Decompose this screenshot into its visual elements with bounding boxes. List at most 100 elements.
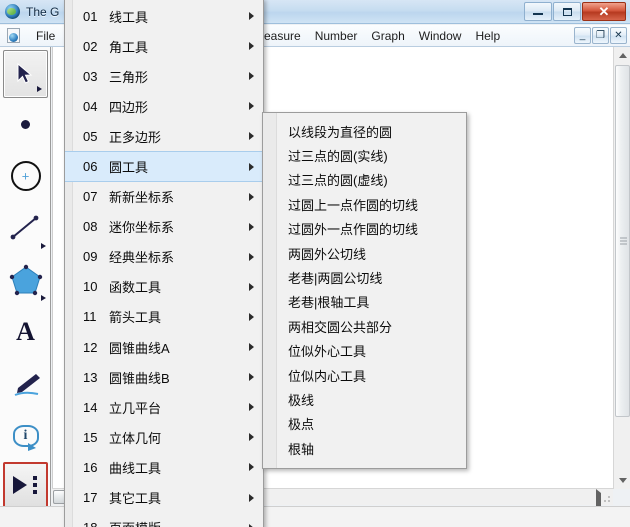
scroll-up-button[interactable]: [614, 47, 630, 64]
app-root: The G ✕ File orm Measure Number Graph Wi…: [0, 0, 630, 527]
menu-item-15[interactable]: 15 立体几何: [65, 422, 263, 452]
custom-tools[interactable]: [2, 462, 48, 508]
menu-item-number: 04: [83, 98, 98, 114]
menu-item-number: 18: [83, 520, 103, 527]
submenu-item-9[interactable]: 两相交圆公共部分: [263, 314, 466, 338]
submenu-item-12[interactable]: 极线: [263, 387, 466, 411]
menu-item-number: 17: [83, 490, 98, 506]
submenu-item-7[interactable]: 老巷|两圆公切线: [263, 265, 466, 289]
submenu-item-14[interactable]: 根轴: [263, 436, 466, 460]
submenu-arrow-icon: [249, 433, 254, 442]
menu-item-17[interactable]: 17 其它工具: [65, 483, 263, 513]
menu-number[interactable]: Number: [308, 26, 365, 46]
submenu-arrow-icon: [249, 343, 254, 352]
straightedge-tool[interactable]: [0, 202, 51, 254]
menu-item-11[interactable]: 11 箭头工具: [65, 302, 263, 332]
menu-item-05[interactable]: 05 正多边形: [65, 121, 263, 151]
menu-file[interactable]: File: [29, 26, 62, 46]
menu-item-label: 新新坐标系: [109, 190, 175, 206]
point-dot-icon: [21, 119, 30, 129]
point-tool[interactable]: [0, 98, 51, 150]
submenu-item-6[interactable]: 两圆外公切线: [263, 241, 466, 265]
submenu-arrow-icon: [249, 72, 254, 81]
menu-item-14[interactable]: 14 立几平台: [65, 392, 263, 422]
menu-item-label: 箭头工具: [109, 310, 162, 326]
triangle-up-icon: [618, 53, 627, 58]
menu-item-number: 01: [83, 8, 98, 24]
menu-item-number: 08: [83, 219, 98, 235]
menu-item-02[interactable]: 02 角工具: [65, 31, 263, 61]
submenu-item-2[interactable]: 过三点的圆(实线): [263, 143, 466, 167]
vertical-scrollbar[interactable]: [613, 47, 630, 489]
menu-item-number: 11: [83, 309, 97, 325]
submenu-item-4[interactable]: 过圆上一点作圆的切线: [263, 192, 466, 216]
mdi-restore-button[interactable]: ❐: [592, 27, 609, 44]
vertical-scroll-thumb[interactable]: [615, 65, 630, 417]
submenu-arrow-icon: [249, 162, 254, 171]
menu-item-06-circle-tools[interactable]: 06 圆工具: [65, 151, 263, 182]
menu-item-label: 圆工具: [109, 160, 149, 176]
menu-item-01[interactable]: 01 线工具: [65, 1, 263, 31]
submenu-arrow-icon: [249, 523, 254, 527]
tool-expand-arrow-icon[interactable]: [41, 243, 46, 249]
tool-expand-arrow-icon[interactable]: [41, 295, 46, 301]
minimize-button[interactable]: [524, 2, 552, 21]
menu-item-number: 05: [83, 128, 98, 144]
menu-item-10[interactable]: 10 函数工具: [65, 272, 263, 302]
menu-item-number: 09: [83, 249, 98, 265]
menu-item-08[interactable]: 08 迷你坐标系: [65, 212, 263, 242]
submenu-item-5[interactable]: 过圆外一点作圆的切线: [263, 217, 466, 241]
marker-tool[interactable]: [0, 358, 51, 410]
menu-item-number: 12: [83, 339, 98, 355]
compass-circle-tool[interactable]: [0, 150, 51, 202]
submenu-arrow-icon: [249, 463, 254, 472]
menu-item-04[interactable]: 04 四边形: [65, 91, 263, 121]
menu-item-16[interactable]: 16 曲线工具: [65, 452, 263, 482]
menu-item-18[interactable]: 18 页面模版: [65, 513, 263, 527]
pentagon-icon: [9, 264, 42, 296]
triangle-down-icon: [618, 478, 627, 483]
custom-tools-menu: 01 线工具 02 角工具 03 三角形 04 四边形 05 正多边形 06 圆工具 07 新…: [64, 0, 264, 527]
menu-item-label: 曲线工具: [109, 460, 162, 476]
polygon-tool[interactable]: [0, 254, 51, 306]
scroll-down-button[interactable]: [614, 472, 630, 489]
circle-icon: [10, 161, 41, 191]
submenu-arrow-icon: [249, 312, 254, 321]
information-tool[interactable]: i: [0, 410, 51, 462]
arrow-select-tool[interactable]: [2, 50, 48, 98]
maximize-button[interactable]: [553, 2, 581, 21]
menu-graph[interactable]: Graph: [364, 26, 411, 46]
menu-item-label: 三角形: [109, 69, 149, 85]
app-globe-icon: [5, 3, 21, 20]
tool-expand-arrow-icon[interactable]: [36, 86, 42, 92]
menu-window[interactable]: Window: [412, 26, 469, 46]
menu-item-03[interactable]: 03 三角形: [65, 61, 263, 91]
mdi-minimize-button[interactable]: _: [574, 27, 591, 44]
menu-item-07[interactable]: 07 新新坐标系: [65, 182, 263, 212]
submenu-item-13[interactable]: 极点: [263, 412, 466, 436]
close-button[interactable]: ✕: [582, 2, 626, 21]
submenu-item-10[interactable]: 位似外心工具: [263, 339, 466, 363]
menu-help[interactable]: Help: [468, 26, 507, 46]
mdi-close-button[interactable]: ✕: [610, 27, 627, 44]
play-triangle-icon: [13, 476, 27, 494]
menu-item-number: 06: [83, 159, 98, 175]
menu-item-09[interactable]: 09 经典坐标系: [65, 242, 263, 272]
menu-item-label: 立几平台: [109, 400, 162, 416]
submenu-item-8[interactable]: 老巷|根轴工具: [263, 290, 466, 314]
menu-item-number: 13: [83, 369, 98, 385]
submenu-arrow-icon: [249, 132, 254, 141]
submenu-item-3[interactable]: 过三点的圆(虚线): [263, 168, 466, 192]
menu-item-number: 10: [83, 279, 98, 295]
submenu-arrow-icon: [249, 102, 254, 111]
menu-item-13[interactable]: 13 圆锥曲线B: [65, 362, 263, 392]
submenu-item-1[interactable]: 以线段为直径的圆: [263, 119, 466, 143]
resize-grip[interactable]: [601, 493, 611, 503]
letter-a-icon: A: [16, 317, 35, 346]
text-tool[interactable]: A: [0, 306, 51, 358]
submenu-item-11[interactable]: 位似内心工具: [263, 363, 466, 387]
submenu-arrow-icon: [249, 493, 254, 502]
submenu-arrow-icon: [249, 403, 254, 412]
menu-item-label: 立体几何: [109, 430, 162, 446]
menu-item-12[interactable]: 12 圆锥曲线A: [65, 332, 263, 362]
